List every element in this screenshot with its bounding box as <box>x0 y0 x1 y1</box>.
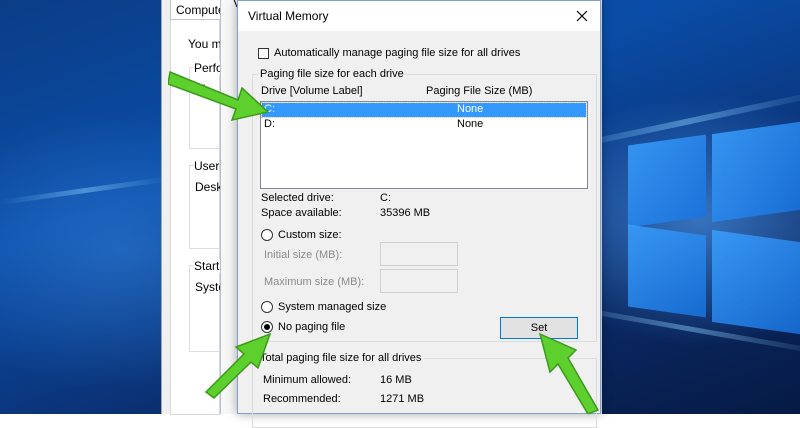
selected-drive-value: C: <box>380 192 391 204</box>
back-group-user-text: Desk <box>195 180 223 194</box>
system-managed-radio[interactable] <box>261 301 273 313</box>
paging-file-group-label: Paging file size for each drive <box>258 68 406 80</box>
auto-manage-label[interactable]: Automatically manage paging file size fo… <box>274 47 520 59</box>
space-available-label: Space available: <box>261 207 342 219</box>
dialog-title: Virtual Memory <box>248 9 329 23</box>
maximum-size-label: Maximum size (MB): <box>264 276 365 288</box>
light-beam <box>0 176 169 205</box>
windows-logo-pane <box>712 121 800 223</box>
windows-logo-pane <box>712 229 800 335</box>
initial-size-label: Initial size (MB): <box>264 249 343 261</box>
space-available-value: 35396 MB <box>380 207 431 219</box>
system-managed-label[interactable]: System managed size <box>278 301 386 313</box>
drive-row-d[interactable]: D: None <box>262 118 586 132</box>
annotation-arrow-icon <box>538 332 600 414</box>
drive-paging-size: None <box>457 103 484 115</box>
windows-logo-pane <box>628 224 706 318</box>
close-icon <box>576 10 588 22</box>
initial-size-input[interactable] <box>380 242 458 266</box>
recommended-value: 1271 MB <box>380 393 425 405</box>
annotation-arrow-icon <box>168 70 270 122</box>
selected-drive-label: Selected drive: <box>261 192 334 204</box>
drive-paging-size: None <box>457 118 484 130</box>
minimum-allowed-value: 16 MB <box>380 374 412 386</box>
no-paging-file-label[interactable]: No paging file <box>278 321 345 333</box>
back-group-user-label: User <box>194 159 220 173</box>
custom-size-label[interactable]: Custom size: <box>278 229 342 241</box>
windows-logo-pane <box>628 134 706 228</box>
maximum-size-input[interactable] <box>380 269 458 293</box>
annotation-arrow-icon <box>204 332 272 399</box>
column-header-size: Paging File Size (MB) <box>426 85 533 97</box>
close-button[interactable] <box>564 1 600 31</box>
drive-row-c[interactable]: C: None <box>261 102 587 118</box>
custom-size-radio[interactable] <box>261 229 273 241</box>
title-bar[interactable]: Virtual Memory <box>238 1 600 31</box>
back-intro-text: You m <box>188 37 222 51</box>
total-paging-group-label: Total paging file size for all drives <box>258 352 424 364</box>
drive-list[interactable]: C: None D: None <box>260 101 588 189</box>
